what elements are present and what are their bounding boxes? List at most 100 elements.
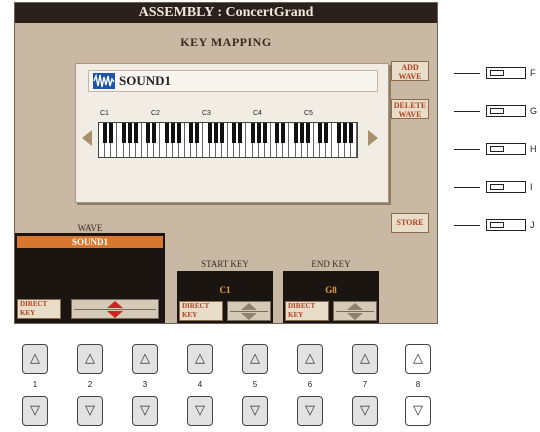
octave-label: C5 — [304, 110, 313, 117]
button-4-up[interactable]: △ — [187, 344, 213, 374]
arrow-left-icon[interactable] — [82, 130, 92, 146]
button-5-up[interactable]: △ — [242, 344, 268, 374]
triangle-up-icon — [241, 303, 257, 310]
black-key[interactable] — [232, 123, 237, 143]
button-number: 6 — [307, 380, 313, 389]
button-number: 1 — [32, 380, 38, 389]
black-key[interactable] — [256, 123, 261, 143]
black-key[interactable] — [152, 123, 157, 143]
panel-button-h[interactable]: H — [450, 142, 540, 156]
button-8-down[interactable]: ▽ — [405, 396, 431, 426]
end-key-value: G8 — [325, 285, 337, 295]
page-title: KEY MAPPING — [180, 35, 272, 49]
black-key[interactable] — [342, 123, 347, 143]
black-key[interactable] — [146, 123, 151, 143]
black-key[interactable] — [324, 123, 329, 143]
button-number: 8 — [415, 380, 421, 389]
end-key-label: END KEY — [311, 259, 351, 269]
button-4-down[interactable]: ▽ — [187, 396, 213, 426]
black-key[interactable] — [348, 123, 353, 143]
black-key[interactable] — [293, 123, 298, 143]
button-3-down[interactable]: ▽ — [132, 396, 158, 426]
button-8-up[interactable]: △ — [405, 344, 431, 374]
button-number: 3 — [142, 380, 148, 389]
button-number: 5 — [252, 380, 258, 389]
keyboard[interactable] — [98, 122, 358, 158]
octave-label: C4 — [253, 110, 262, 117]
panel-button-g[interactable]: G — [450, 104, 540, 118]
wave-name: SOUND1 — [119, 73, 172, 88]
black-key[interactable] — [318, 123, 323, 143]
button-5-down[interactable]: ▽ — [242, 396, 268, 426]
button-2-up[interactable]: △ — [77, 344, 103, 374]
black-key[interactable] — [207, 123, 212, 143]
end-direct-key-button[interactable]: DIRECT KEY — [285, 301, 329, 321]
button-number: 2 — [87, 380, 93, 389]
button-6-down[interactable]: ▽ — [297, 396, 323, 426]
arrow-right-icon[interactable] — [368, 130, 378, 146]
button-number: 4 — [197, 380, 203, 389]
triangle-up-icon — [347, 303, 363, 310]
title-bar: ASSEMBLY : ConcertGrand — [15, 3, 437, 23]
black-key[interactable] — [305, 123, 310, 143]
wave-label: WAVE — [77, 223, 103, 233]
triangle-up-icon — [107, 301, 123, 308]
key-mapping-panel: SOUND1 C1 C2 C3 C4 C5 — [75, 63, 389, 203]
button-number: 7 — [362, 380, 368, 389]
black-key[interactable] — [121, 123, 126, 143]
start-key-up-down-control[interactable] — [227, 301, 271, 321]
panel-button-i[interactable]: I — [450, 180, 540, 194]
triangle-down-icon — [241, 313, 257, 320]
button-7-up[interactable]: △ — [352, 344, 378, 374]
add-wave-button[interactable]: ADD WAVE — [391, 61, 429, 81]
delete-wave-button[interactable]: DELETE WAVE — [391, 99, 429, 119]
black-key[interactable] — [238, 123, 243, 143]
button-6-up[interactable]: △ — [297, 344, 323, 374]
panel-button-f[interactable]: F — [450, 66, 540, 80]
black-key[interactable] — [127, 123, 132, 143]
button-3-up[interactable]: △ — [132, 344, 158, 374]
start-key-label: START KEY — [201, 259, 249, 269]
black-key[interactable] — [195, 123, 200, 143]
button-label: G — [530, 106, 538, 116]
triangle-down-icon — [347, 313, 363, 320]
button-1-up[interactable]: △ — [22, 344, 48, 374]
black-key[interactable] — [250, 123, 255, 143]
octave-label: C1 — [100, 110, 109, 117]
button-label: H — [530, 144, 537, 154]
waveform-icon — [93, 73, 115, 89]
black-key[interactable] — [299, 123, 304, 143]
triangle-down-icon — [107, 311, 123, 318]
button-label: I — [530, 182, 533, 192]
button-label: J — [530, 220, 535, 230]
wave-direct-key-button[interactable]: DIRECT KEY — [17, 299, 61, 319]
octave-label: C2 — [151, 110, 160, 117]
start-key-box: C1 DIRECT KEY — [177, 271, 273, 323]
black-key[interactable] — [189, 123, 194, 143]
button-7-down[interactable]: ▽ — [352, 396, 378, 426]
octave-label: C3 — [202, 110, 211, 117]
black-key[interactable] — [275, 123, 280, 143]
black-key[interactable] — [133, 123, 138, 143]
wave-up-down-control[interactable] — [71, 299, 159, 319]
black-key[interactable] — [164, 123, 169, 143]
black-key[interactable] — [109, 123, 114, 143]
button-2-down[interactable]: ▽ — [77, 396, 103, 426]
black-key[interactable] — [103, 123, 108, 143]
start-direct-key-button[interactable]: DIRECT KEY — [179, 301, 223, 321]
black-key[interactable] — [336, 123, 341, 143]
wave-selected-item[interactable]: SOUND1 — [17, 236, 163, 248]
black-key[interactable] — [262, 123, 267, 143]
end-key-up-down-control[interactable] — [333, 301, 377, 321]
store-button[interactable]: STORE — [391, 213, 429, 233]
button-label: F — [530, 68, 536, 78]
black-key[interactable] — [176, 123, 181, 143]
end-key-box: G8 DIRECT KEY — [283, 271, 379, 323]
black-key[interactable] — [219, 123, 224, 143]
button-1-down[interactable]: ▽ — [22, 396, 48, 426]
panel-button-j[interactable]: J — [450, 218, 540, 232]
black-key[interactable] — [213, 123, 218, 143]
wave-list[interactable]: SOUND1 DIRECT KEY — [15, 233, 165, 323]
black-key[interactable] — [281, 123, 286, 143]
black-key[interactable] — [170, 123, 175, 143]
